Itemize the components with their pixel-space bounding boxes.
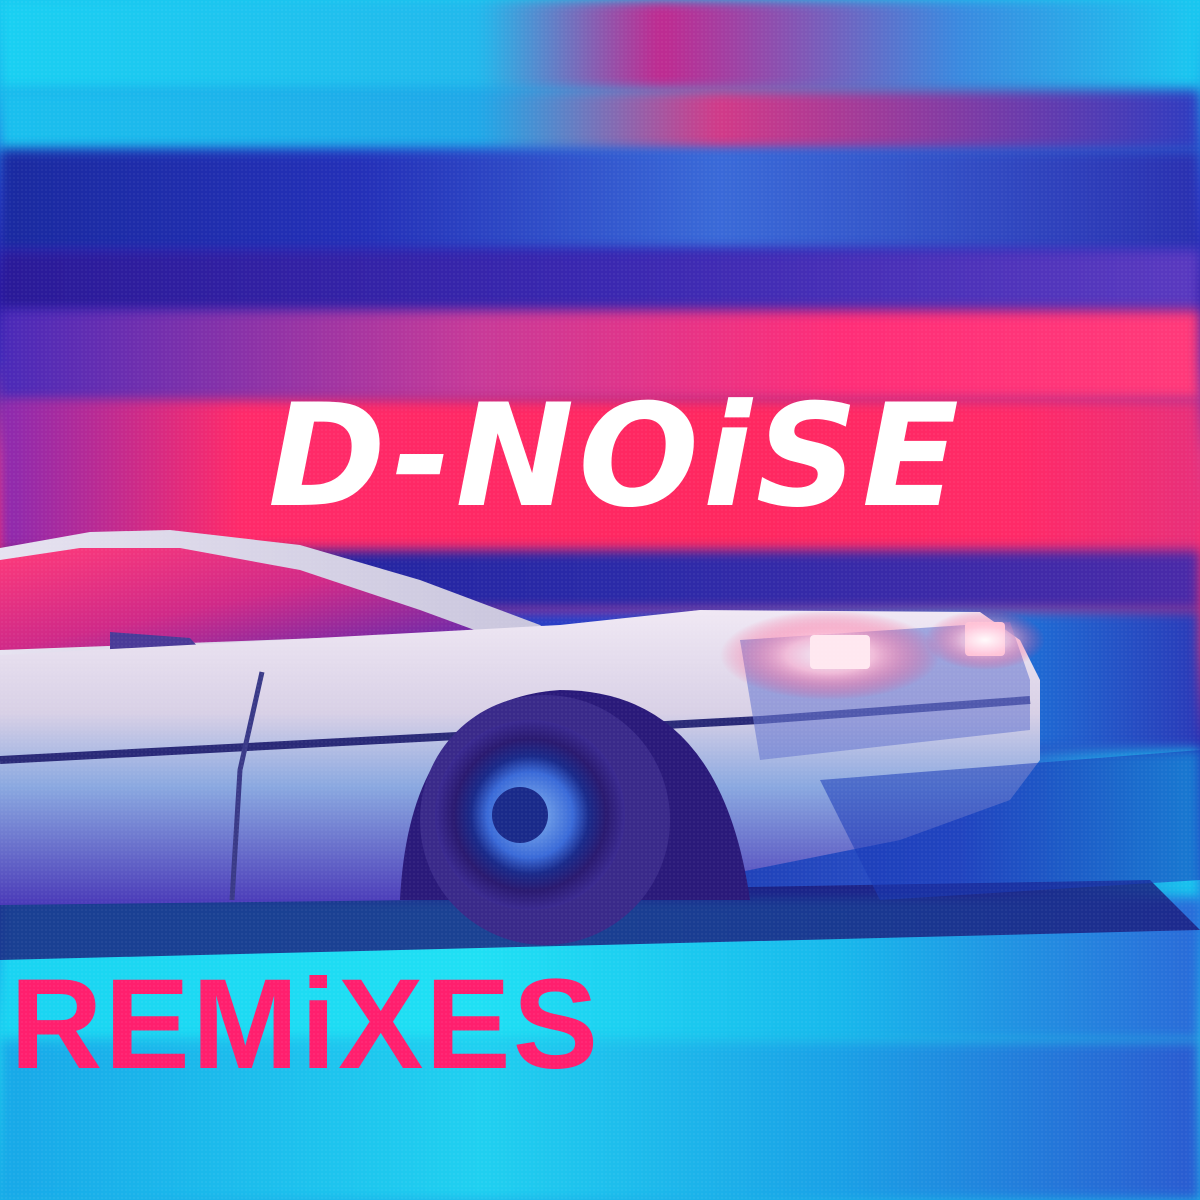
release-subtitle: REMiXES: [10, 953, 601, 1096]
tail-light-glow-right: [925, 610, 1045, 670]
tail-light-left: [810, 635, 870, 669]
artist-title: D-NOiSE: [268, 374, 963, 539]
wheel-hub: [492, 787, 548, 843]
album-cover: D-NOiSE REMiXES: [0, 0, 1200, 1200]
